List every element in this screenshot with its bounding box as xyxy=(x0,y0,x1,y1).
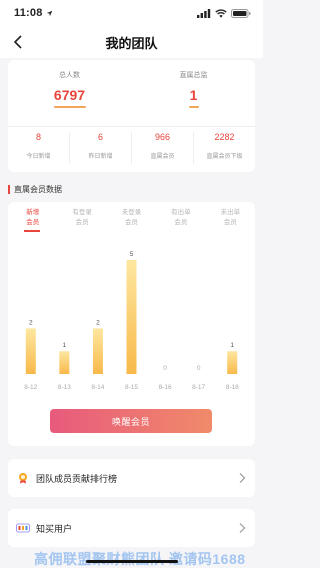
section-title: 直属会员数据 xyxy=(8,184,62,195)
bar-value-label: 1 xyxy=(230,342,234,349)
back-button[interactable] xyxy=(6,30,30,54)
section-accent-bar xyxy=(8,185,10,194)
direct-members-label: 直属会员 xyxy=(150,154,175,160)
x-tick-label: 8-14 xyxy=(91,384,104,391)
contribution-ranking-row[interactable]: 团队成员贡献排行榜 xyxy=(8,459,255,497)
total-members-value: 6797 xyxy=(53,87,86,103)
battery-icon xyxy=(231,8,251,18)
row-label: 知买用户 xyxy=(36,523,73,534)
today-new-stat[interactable]: 8 今日新增 xyxy=(8,132,69,160)
bar-value-label: 2 xyxy=(29,319,33,326)
direct-members-value: 966 xyxy=(154,132,171,142)
bar-8-15[interactable] xyxy=(126,260,137,374)
direct-director-underline xyxy=(188,106,199,108)
tab-line2: 会员 xyxy=(125,219,139,226)
total-members-underline xyxy=(53,106,86,108)
tab-line2: 会员 xyxy=(223,219,237,226)
tab-line1: 新增 xyxy=(26,209,40,216)
status-time: 11:08 xyxy=(14,7,43,19)
nav-bar: 我的团队 xyxy=(0,26,263,58)
status-right xyxy=(197,8,251,18)
bar-value-label: 1 xyxy=(63,342,67,349)
direct-director-value: 1 xyxy=(189,87,198,103)
yesterday-new-label: 昨日新增 xyxy=(88,154,113,160)
stats-divider xyxy=(8,126,255,127)
row-label: 团队成员贡献排行榜 xyxy=(36,473,118,484)
medal-icon xyxy=(16,471,30,485)
yesterday-new-value: 6 xyxy=(97,132,103,142)
x-tick-label: 8-15 xyxy=(125,384,138,391)
status-left: 11:08 xyxy=(14,7,53,19)
today-new-value: 8 xyxy=(35,132,41,142)
status-bar: 11:08 xyxy=(0,0,263,26)
x-tick-label: 8-18 xyxy=(226,384,239,391)
tab-logged-in-members[interactable]: 有登录 会员 xyxy=(57,208,106,228)
tab-line1: 未登录 xyxy=(121,209,142,216)
chart-card: 新增 会员 有登录 会员 未登录 会员 有出单 会员 未出单 会员 2 8-12 1… xyxy=(8,202,255,446)
tab-line2: 会员 xyxy=(174,219,188,226)
direct-director-label: 直属总监 xyxy=(179,72,208,79)
tab-line2: 会员 xyxy=(26,219,40,226)
direct-director-stat[interactable]: 直属总监 1 xyxy=(132,70,255,108)
tab-line1: 有出单 xyxy=(171,209,191,216)
bar-value-label: 0 xyxy=(163,365,167,372)
tab-not-logged-in-members[interactable]: 未登录 会员 xyxy=(107,208,156,228)
yesterday-new-stat[interactable]: 6 昨日新增 xyxy=(70,132,131,160)
bar-8-18[interactable] xyxy=(227,351,238,374)
location-arrow-icon xyxy=(46,10,52,16)
wake-members-button[interactable]: 唤醒会员 xyxy=(50,409,212,433)
direct-subordinates-value: 2282 xyxy=(214,132,235,142)
tab-line1: 未出单 xyxy=(220,209,241,216)
bar-8-13[interactable] xyxy=(59,351,70,374)
bar-value-label: 0 xyxy=(197,365,201,372)
x-tick-label: 8-17 xyxy=(192,384,205,391)
tab-new-members[interactable]: 新增 会员 xyxy=(8,208,57,228)
x-tick-label: 8-16 xyxy=(159,384,172,391)
direct-subordinates-label: 直属会员下级 xyxy=(206,154,243,160)
direct-members-stat[interactable]: 966 直属会员 xyxy=(132,132,193,160)
bar-8-14[interactable] xyxy=(92,328,103,374)
chevron-right-icon xyxy=(239,473,246,483)
x-tick-label: 8-13 xyxy=(58,384,71,391)
active-tab-underline xyxy=(24,230,40,232)
x-tick-label: 8-12 xyxy=(24,384,37,391)
signal-icon xyxy=(197,8,211,18)
bar-8-12[interactable] xyxy=(25,328,36,374)
section-title-text: 直属会员数据 xyxy=(14,185,62,194)
user-tag-icon xyxy=(16,521,30,535)
chevron-left-icon xyxy=(13,35,22,49)
chevron-right-icon xyxy=(239,523,246,533)
member-tabs: 新增 会员 有登录 会员 未登录 会员 有出单 会员 未出单 会员 xyxy=(8,208,255,228)
new-members-bar-chart: 2 8-12 1 8-13 2 8-14 5 8-15 0 8-16 0 8-17 1 8-18 xyxy=(24,251,239,391)
bar-value-label: 2 xyxy=(96,319,100,326)
home-indicator xyxy=(86,560,178,563)
stats-card: 总人数 6797 直属总监 1 8 今日新增 6 昨日新增 966 直属会员 2… xyxy=(8,60,255,172)
wifi-icon xyxy=(215,8,227,18)
direct-subordinates-stat[interactable]: 2282 直属会员下级 xyxy=(194,132,255,160)
total-members-stat[interactable]: 总人数 6797 xyxy=(8,70,131,108)
watermark-text: 高佣联盟聚财熊团队 邀请码1688 xyxy=(34,551,246,567)
today-new-label: 今日新增 xyxy=(26,154,51,160)
tab-not-ordering-members[interactable]: 未出单 会员 xyxy=(206,208,255,228)
tab-line1: 有登录 xyxy=(72,209,92,216)
zhimai-users-row[interactable]: 知买用户 xyxy=(8,509,255,547)
bar-value-label: 5 xyxy=(130,251,134,258)
total-members-label: 总人数 xyxy=(59,72,80,79)
page-title: 我的团队 xyxy=(105,35,158,51)
tab-line2: 会员 xyxy=(75,219,89,226)
tab-ordering-members[interactable]: 有出单 会员 xyxy=(156,208,205,228)
